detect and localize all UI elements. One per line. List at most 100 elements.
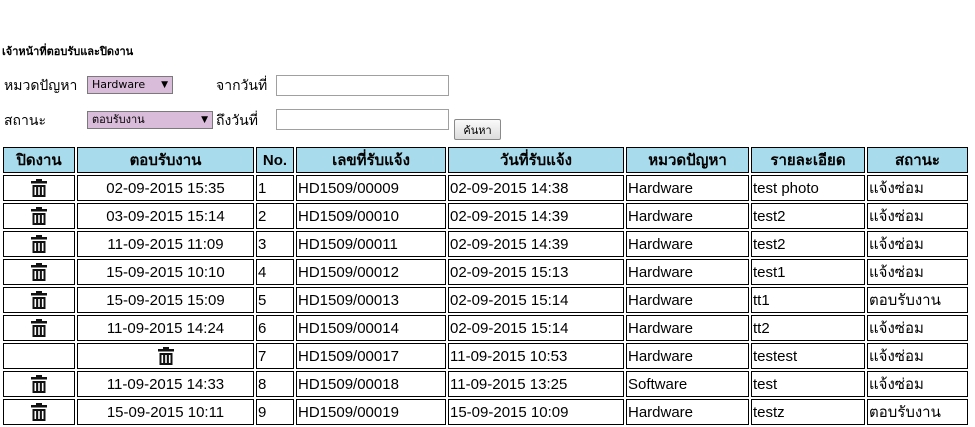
- report-date-value: 02-09-2015 14:38: [450, 179, 569, 197]
- accept-job-trash-icon[interactable]: [156, 346, 176, 366]
- ticket-value: HD1509/00013: [298, 291, 399, 309]
- status-cell: แจ้งซ่อม: [867, 259, 968, 285]
- report-date-value: 11-09-2015 13:25: [450, 375, 568, 393]
- detail-cell: test2: [751, 203, 865, 229]
- report-date-value: 15-09-2015 10:09: [450, 403, 569, 421]
- tickets-table: ปิดงาน ตอบรับงาน No. เลขที่รับแจ้ง วันที…: [1, 145, 970, 427]
- category-cell: Hardware: [626, 203, 749, 229]
- to-date-input[interactable]: [276, 109, 449, 130]
- status-cell: แจ้งซ่อม: [867, 343, 968, 369]
- close-job-trash-icon[interactable]: [29, 206, 49, 226]
- report-date-value: 11-09-2015 10:53: [450, 347, 568, 365]
- table-row: 7 HD1509/00017 11-09-2015 10:53 Hardware…: [3, 343, 968, 369]
- ticket-value: HD1509/00018: [298, 375, 399, 393]
- report-date-cell: 02-09-2015 14:38: [448, 175, 624, 201]
- report-date-value: 02-09-2015 14:39: [450, 235, 569, 253]
- status-cell: แจ้งซ่อม: [867, 315, 968, 341]
- detail-cell: test photo: [751, 175, 865, 201]
- category-cell: Hardware: [626, 315, 749, 341]
- chevron-down-icon: ▼: [201, 115, 208, 125]
- ticket-cell: HD1509/00011: [296, 231, 446, 257]
- close-job-trash-icon[interactable]: [29, 262, 49, 282]
- close-job-cell: [3, 287, 75, 313]
- close-job-trash-icon[interactable]: [29, 374, 49, 394]
- accept-job-cell: 11-09-2015 14:24: [77, 315, 254, 341]
- detail-cell: tt1: [751, 287, 865, 313]
- status-value: แจ้งซ่อม: [869, 264, 924, 281]
- ticket-value: HD1509/00010: [298, 207, 399, 225]
- accepted-date-value: 15-09-2015 10:11: [106, 403, 225, 421]
- header-detail: รายละเอียด: [751, 147, 865, 173]
- detail-cell: test: [751, 371, 865, 397]
- no-value: 2: [258, 207, 267, 225]
- accepted-date-value: 02-09-2015 15:35: [106, 179, 225, 197]
- status-value: ตอบรับงาน: [869, 292, 941, 309]
- status-select[interactable]: ตอบรับงาน ▼: [87, 111, 213, 129]
- search-button[interactable]: ค้นหา: [454, 119, 501, 140]
- close-job-cell: [3, 371, 75, 397]
- close-job-trash-icon[interactable]: [29, 290, 49, 310]
- accept-job-cell: 02-09-2015 15:35: [77, 175, 254, 201]
- no-value: 7: [258, 347, 267, 365]
- close-job-trash-icon[interactable]: [29, 318, 49, 338]
- chevron-down-icon: ▼: [161, 80, 168, 90]
- status-value: แจ้งซ่อม: [869, 180, 924, 197]
- accepted-date-value: 15-09-2015 15:09: [106, 291, 225, 309]
- category-select[interactable]: Hardware ▼: [87, 76, 173, 94]
- no-value: 4: [258, 263, 267, 281]
- category-value: Hardware: [628, 291, 694, 309]
- category-cell: Hardware: [626, 259, 749, 285]
- report-date-value: 02-09-2015 14:39: [450, 207, 569, 225]
- detail-value: test photo: [753, 179, 819, 197]
- close-job-trash-icon[interactable]: [29, 178, 49, 198]
- status-select-value: ตอบรับงาน: [92, 113, 145, 126]
- no-cell: 1: [256, 175, 294, 201]
- detail-value: test2: [753, 207, 786, 225]
- close-job-cell: [3, 203, 75, 229]
- header-status: สถานะ: [867, 147, 968, 173]
- report-date-cell: 02-09-2015 15:14: [448, 287, 624, 313]
- accept-job-cell: 15-09-2015 15:09: [77, 287, 254, 313]
- status-value: แจ้งซ่อม: [869, 320, 924, 337]
- header-close-job: ปิดงาน: [3, 147, 75, 173]
- category-cell: Hardware: [626, 343, 749, 369]
- ticket-cell: HD1509/00017: [296, 343, 446, 369]
- accepted-date-value: 03-09-2015 15:14: [106, 207, 225, 225]
- table-row: 03-09-2015 15:14 2 HD1509/00010 02-09-20…: [3, 203, 968, 229]
- report-date-value: 02-09-2015 15:13: [450, 263, 569, 281]
- close-job-cell: [3, 175, 75, 201]
- table-row: 11-09-2015 14:33 8 HD1509/00018 11-09-20…: [3, 371, 968, 397]
- header-accept-job: ตอบรับงาน: [77, 147, 254, 173]
- table-header-row: ปิดงาน ตอบรับงาน No. เลขที่รับแจ้ง วันที…: [3, 147, 968, 173]
- status-cell: แจ้งซ่อม: [867, 371, 968, 397]
- report-date-value: 02-09-2015 15:14: [450, 319, 569, 337]
- accepted-date-value: 11-09-2015 11:09: [107, 235, 224, 253]
- category-cell: Hardware: [626, 175, 749, 201]
- detail-cell: test1: [751, 259, 865, 285]
- close-job-trash-icon[interactable]: [29, 234, 49, 254]
- report-date-cell: 02-09-2015 15:14: [448, 315, 624, 341]
- ticket-cell: HD1509/00010: [296, 203, 446, 229]
- detail-cell: tt2: [751, 315, 865, 341]
- accept-job-cell: 15-09-2015 10:10: [77, 259, 254, 285]
- no-cell: 2: [256, 203, 294, 229]
- from-date-input[interactable]: [276, 75, 449, 96]
- ticket-cell: HD1509/00019: [296, 399, 446, 425]
- detail-value: test1: [753, 263, 786, 281]
- no-cell: 4: [256, 259, 294, 285]
- header-report-date: วันที่รับแจ้ง: [448, 147, 624, 173]
- category-cell: Hardware: [626, 231, 749, 257]
- report-date-cell: 11-09-2015 13:25: [448, 371, 624, 397]
- no-value: 5: [258, 291, 267, 309]
- category-value: Hardware: [628, 263, 694, 281]
- category-select-value: Hardware: [92, 78, 146, 91]
- category-value: Hardware: [628, 207, 694, 225]
- page-title: เจ้าหน้าที่ตอบรับและปิดงาน: [2, 45, 134, 58]
- category-value: Hardware: [628, 235, 694, 253]
- detail-value: tt2: [753, 319, 770, 337]
- close-job-trash-icon[interactable]: [29, 402, 49, 422]
- ticket-cell: HD1509/00009: [296, 175, 446, 201]
- accept-job-cell: 11-09-2015 11:09: [77, 231, 254, 257]
- ticket-cell: HD1509/00013: [296, 287, 446, 313]
- report-date-cell: 02-09-2015 14:39: [448, 231, 624, 257]
